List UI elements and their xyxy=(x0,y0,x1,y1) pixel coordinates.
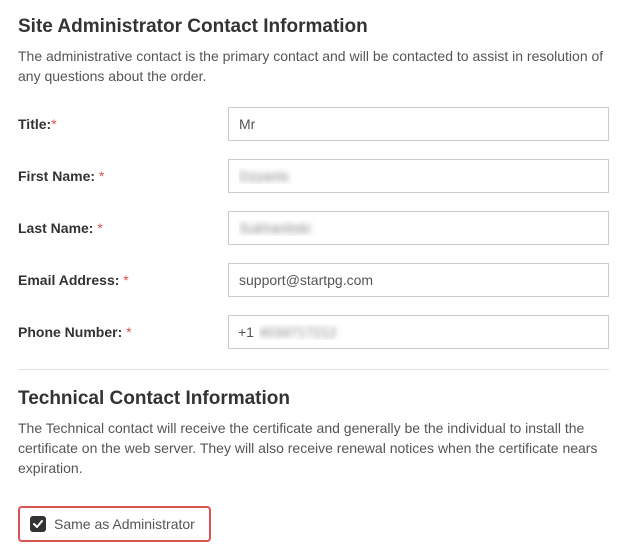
field-row-first-name: First Name: * xyxy=(18,159,609,193)
required-marker: * xyxy=(51,116,56,132)
field-row-last-name: Last Name: * xyxy=(18,211,609,245)
required-marker: * xyxy=(99,168,104,184)
field-row-title: Title:* xyxy=(18,107,609,141)
label-last-name: Last Name: * xyxy=(18,220,228,236)
admin-heading: Site Administrator Contact Information xyxy=(18,16,609,38)
input-title[interactable] xyxy=(228,107,609,141)
same-as-admin-checkbox[interactable]: Same as Administrator xyxy=(18,506,211,542)
input-last-name[interactable] xyxy=(228,211,609,245)
input-phone[interactable] xyxy=(228,315,609,349)
required-marker: * xyxy=(97,220,102,236)
same-as-admin-label: Same as Administrator xyxy=(54,516,195,532)
technical-description: The Technical contact will receive the c… xyxy=(18,418,609,479)
section-divider xyxy=(18,369,609,370)
label-phone: Phone Number: * xyxy=(18,324,228,340)
input-first-name[interactable] xyxy=(228,159,609,193)
label-email: Email Address: * xyxy=(18,272,228,288)
admin-description: The administrative contact is the primar… xyxy=(18,46,609,87)
phone-prefix: +1 xyxy=(238,324,254,340)
field-row-phone: Phone Number: * +1 xyxy=(18,315,609,349)
input-email[interactable] xyxy=(228,263,609,297)
label-first-name: First Name: * xyxy=(18,168,228,184)
check-icon xyxy=(30,516,46,532)
technical-heading: Technical Contact Information xyxy=(18,388,609,410)
label-title: Title:* xyxy=(18,116,228,132)
required-marker: * xyxy=(126,324,131,340)
required-marker: * xyxy=(123,272,128,288)
field-row-email: Email Address: * xyxy=(18,263,609,297)
